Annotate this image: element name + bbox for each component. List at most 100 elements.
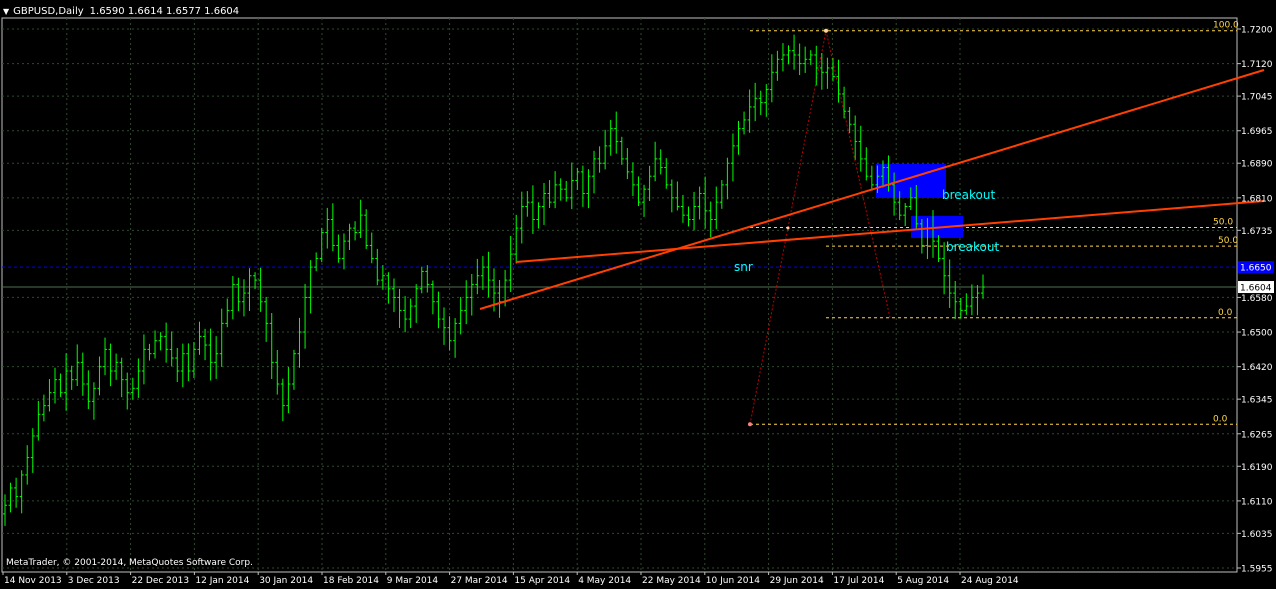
candle — [41, 394, 46, 422]
candle — [108, 343, 113, 387]
chart-header: ▼ GBPUSD,Daily 1.6590 1.6614 1.6577 1.66… — [3, 3, 239, 19]
candle — [803, 46, 808, 73]
candle — [403, 296, 408, 333]
breakout-label[interactable]: breakout — [946, 240, 999, 254]
candle — [825, 57, 830, 89]
candle — [80, 352, 85, 396]
candle — [508, 235, 513, 292]
time-tick-label: 10 Jun 2014 — [706, 576, 760, 586]
price-tick-label: 1.6420 — [1241, 363, 1273, 373]
time-tick-label: 22 Dec 2013 — [132, 576, 190, 586]
fibonacci-anchor — [748, 422, 752, 427]
candle — [169, 331, 174, 367]
candle — [247, 268, 252, 312]
candle — [275, 349, 280, 395]
candle — [97, 356, 102, 396]
candle — [291, 349, 296, 390]
mt4-chart-window[interactable]: 100.0 50.0 0.0 50.0 0.0 breakout breakout snr 1… — [0, 0, 1276, 589]
candle — [341, 233, 346, 270]
candle — [319, 227, 324, 263]
candle — [842, 86, 847, 119]
candle — [603, 129, 608, 170]
candle — [164, 322, 169, 363]
candle — [736, 120, 741, 155]
candle — [558, 178, 563, 201]
candle — [91, 382, 96, 420]
candle — [136, 358, 141, 398]
candle — [792, 34, 797, 70]
candle — [30, 428, 35, 473]
candle — [808, 50, 813, 65]
candle — [203, 328, 208, 361]
price-tick-label: 1.6810 — [1241, 194, 1273, 204]
fibonacci-level-label: 100.0 — [1213, 21, 1239, 31]
candle — [753, 82, 758, 122]
price-tick-label: 1.6890 — [1241, 160, 1273, 170]
candle — [675, 181, 680, 211]
price-tick-label: 1.6265 — [1241, 430, 1273, 440]
candle — [47, 379, 52, 412]
candle — [680, 194, 685, 223]
candle — [936, 235, 941, 262]
candle — [903, 203, 908, 227]
analysis-objects-front: 100.0 50.0 0.0 50.0 0.0 breakout breakout snr — [479, 21, 1265, 424]
candle — [486, 251, 491, 298]
grid — [1, 17, 1238, 573]
candle — [764, 84, 769, 117]
candle — [141, 334, 146, 385]
candle — [364, 209, 369, 249]
candle — [391, 278, 396, 313]
price-chart[interactable]: 100.0 50.0 0.0 50.0 0.0 breakout breakout snr 1… — [0, 0, 1276, 589]
candle — [758, 90, 763, 115]
candle — [969, 284, 974, 316]
candle — [8, 482, 13, 513]
candle — [830, 57, 835, 82]
price-tick-label: 1.6190 — [1241, 463, 1273, 473]
candle — [303, 283, 308, 349]
time-tick-label: 17 Jul 2014 — [833, 576, 884, 586]
breakout-label[interactable]: breakout — [942, 188, 995, 202]
time-tick-label: 15 Apr 2014 — [514, 576, 570, 586]
candle — [580, 165, 585, 207]
candle — [258, 267, 263, 312]
candle — [253, 272, 258, 290]
dropdown-triangle-icon[interactable]: ▼ — [3, 7, 9, 16]
candle — [553, 171, 558, 209]
candle — [542, 182, 547, 225]
candle — [453, 318, 458, 358]
candle — [708, 201, 713, 238]
time-tick-label: 3 Dec 2013 — [68, 576, 120, 586]
candle — [653, 141, 658, 182]
candle — [480, 256, 485, 290]
candle — [497, 280, 502, 318]
candle — [569, 162, 574, 210]
time-tick-label: 18 Feb 2014 — [323, 576, 379, 586]
candle — [36, 400, 41, 441]
candle — [447, 316, 452, 351]
symbol-period-label: GBPUSD,Daily — [13, 5, 84, 17]
candle — [441, 307, 446, 345]
candle — [547, 180, 552, 208]
candle — [297, 317, 302, 368]
candle — [208, 328, 213, 381]
time-tick-label: 14 Nov 2013 — [4, 576, 62, 586]
candle — [369, 232, 374, 264]
candle — [686, 206, 691, 227]
price-tick-label: 1.6110 — [1241, 497, 1273, 507]
candle — [458, 296, 463, 335]
candle — [714, 186, 719, 230]
time-tick-label: 12 Jan 2014 — [195, 576, 249, 586]
candle — [669, 179, 674, 213]
candle — [780, 43, 785, 72]
snr-label[interactable]: snr — [734, 260, 753, 274]
candle — [3, 494, 7, 526]
candle — [186, 343, 191, 382]
time-tick-label: 9 Mar 2014 — [387, 576, 439, 586]
candle — [153, 330, 158, 359]
fibonacci-level-label: 0.0 — [1213, 414, 1228, 424]
candle — [269, 313, 274, 380]
candle — [408, 298, 413, 328]
candle — [469, 274, 474, 316]
price-axis: 1.7200 1.7120 1.7045 1.6965 1.6890 1.6810 1.67… — [1237, 26, 1274, 575]
price-tick-label: 1.6735 — [1241, 227, 1273, 237]
